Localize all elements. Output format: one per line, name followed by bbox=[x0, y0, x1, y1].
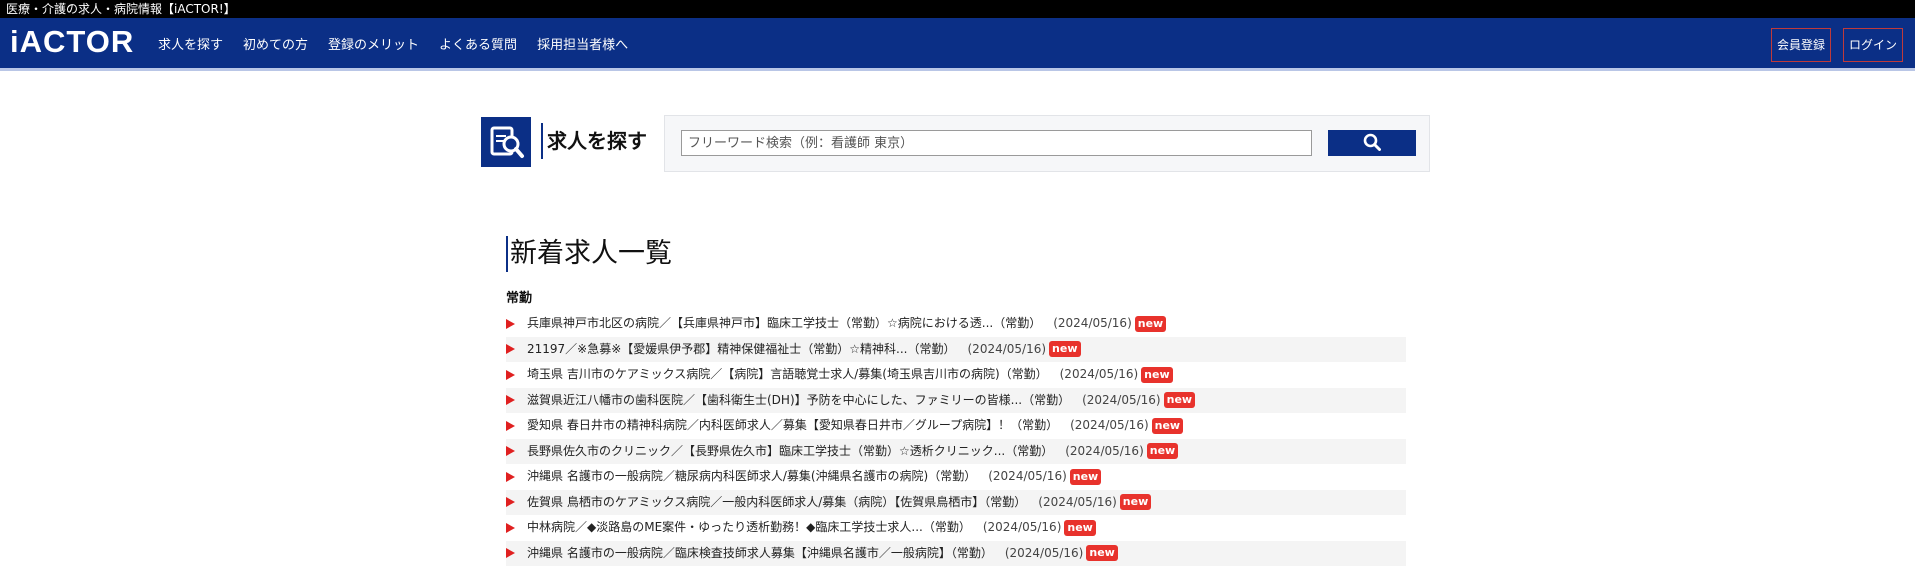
triangle-arrow-icon bbox=[506, 395, 515, 405]
search-button[interactable] bbox=[1328, 130, 1416, 156]
job-list-item[interactable]: 愛知県 春日井市の精神科病院／内科医師求人／募集【愛知県春日井市／グループ病院】… bbox=[506, 413, 1406, 439]
search-icon bbox=[1363, 133, 1381, 154]
job-search: 求人を探す bbox=[481, 115, 1431, 171]
search-panel bbox=[664, 115, 1430, 172]
job-list-item[interactable]: 中林病院／◆淡路島のME案件・ゆったり透析勤務！◆臨床工学技士求人...（常勤）… bbox=[506, 515, 1406, 541]
new-badge: new bbox=[1141, 367, 1172, 383]
search-heading: 求人を探す bbox=[541, 123, 647, 159]
job-link[interactable]: 佐賀県 鳥栖市のケアミックス病院／一般内科医師求人/募集（病院）【佐賀県鳥栖市】… bbox=[527, 490, 1026, 516]
job-date: (2024/05/16) bbox=[983, 515, 1062, 541]
triangle-arrow-icon bbox=[506, 548, 515, 558]
job-link[interactable]: 中林病院／◆淡路島のME案件・ゆったり透析勤務！◆臨床工学技士求人...（常勤） bbox=[527, 515, 971, 541]
triangle-arrow-icon bbox=[506, 370, 515, 380]
triangle-arrow-icon bbox=[506, 319, 515, 329]
job-date: (2024/05/16) bbox=[988, 464, 1067, 490]
nav-link-first-time[interactable]: 初めての方 bbox=[243, 34, 308, 53]
nav-link-recruiters[interactable]: 採用担当者様へ bbox=[537, 34, 628, 53]
nav-link-search-jobs[interactable]: 求人を探す bbox=[158, 34, 223, 53]
new-badge: new bbox=[1070, 469, 1101, 485]
job-date: (2024/05/16) bbox=[1038, 490, 1117, 516]
new-badge: new bbox=[1147, 443, 1178, 459]
triangle-arrow-icon bbox=[506, 523, 515, 533]
job-link[interactable]: 埼玉県 吉川市のケアミックス病院／【病院】言語聴覚士求人/募集(埼玉県吉川市の病… bbox=[527, 362, 1048, 388]
new-badge: new bbox=[1064, 520, 1095, 536]
triangle-arrow-icon bbox=[506, 446, 515, 456]
job-list-item[interactable]: 佐賀県 鳥栖市のケアミックス病院／一般内科医師求人/募集（病院）【佐賀県鳥栖市】… bbox=[506, 490, 1406, 516]
main-nav: 求人を探す 初めての方 登録のメリット よくある質問 採用担当者様へ bbox=[158, 18, 648, 68]
nav-link-faq[interactable]: よくある質問 bbox=[439, 34, 517, 53]
job-date: (2024/05/16) bbox=[1005, 541, 1084, 566]
job-date: (2024/05/16) bbox=[1065, 439, 1144, 465]
job-date: (2024/05/16) bbox=[968, 337, 1047, 363]
triangle-arrow-icon bbox=[506, 344, 515, 354]
new-jobs-title: 新着求人一覧 bbox=[506, 236, 1406, 272]
job-list-item[interactable]: 長野県佐久市のクリニック／【長野県佐久市】臨床工学技士（常勤）☆透析クリニック.… bbox=[506, 439, 1406, 465]
job-date: (2024/05/16) bbox=[1070, 413, 1149, 439]
new-badge: new bbox=[1049, 341, 1080, 357]
job-date: (2024/05/16) bbox=[1082, 388, 1161, 414]
triangle-arrow-icon bbox=[506, 421, 515, 431]
job-list-item[interactable]: 沖縄県 名護市の一般病院／糖尿病内科医師求人/募集(沖縄県名護市の病院)（常勤）… bbox=[506, 464, 1406, 490]
triangle-arrow-icon bbox=[506, 497, 515, 507]
job-link[interactable]: 沖縄県 名護市の一般病院／臨床検査技師求人募集【沖縄県名護市／一般病院】（常勤） bbox=[527, 541, 993, 566]
register-button[interactable]: 会員登録 bbox=[1771, 28, 1831, 62]
job-link[interactable]: 愛知県 春日井市の精神科病院／内科医師求人／募集【愛知県春日井市／グループ病院】… bbox=[527, 413, 1058, 439]
auth-buttons: 会員登録 ログイン bbox=[1771, 28, 1903, 62]
search-input[interactable] bbox=[681, 130, 1312, 156]
job-date: (2024/05/16) bbox=[1053, 311, 1132, 337]
new-badge: new bbox=[1152, 418, 1183, 434]
job-link[interactable]: 21197／※急募※【愛媛県伊予郡】精神保健福祉士（常勤）☆精神科...（常勤） bbox=[527, 337, 956, 363]
job-date: (2024/05/16) bbox=[1060, 362, 1139, 388]
new-badge: new bbox=[1135, 316, 1166, 332]
job-list-item[interactable]: 沖縄県 名護市の一般病院／臨床検査技師求人募集【沖縄県名護市／一般病院】（常勤）… bbox=[506, 541, 1406, 566]
job-list-item[interactable]: 兵庫県神戸市北区の病院／【兵庫県神戸市】臨床工学技士（常勤）☆病院における透..… bbox=[506, 311, 1406, 337]
job-link[interactable]: 沖縄県 名護市の一般病院／糖尿病内科医師求人/募集(沖縄県名護市の病院)（常勤） bbox=[527, 464, 976, 490]
login-button[interactable]: ログイン bbox=[1843, 28, 1903, 62]
window-title: 医療・介護の求人・病院情報【iACTOR!】 bbox=[0, 0, 1915, 18]
job-list-item[interactable]: 滋賀県近江八幡市の歯科医院／【歯科衛生士(DH)】予防を中心にした、ファミリーの… bbox=[506, 388, 1406, 414]
site-header: iACTOR 求人を探す 初めての方 登録のメリット よくある質問 採用担当者様… bbox=[0, 18, 1915, 71]
job-list-item[interactable]: 21197／※急募※【愛媛県伊予郡】精神保健福祉士（常勤）☆精神科...（常勤）… bbox=[506, 337, 1406, 363]
new-jobs-section: 新着求人一覧 常勤 兵庫県神戸市北区の病院／【兵庫県神戸市】臨床工学技士（常勤）… bbox=[506, 236, 1406, 566]
job-link[interactable]: 滋賀県近江八幡市の歯科医院／【歯科衛生士(DH)】予防を中心にした、ファミリーの… bbox=[527, 388, 1070, 414]
new-badge: new bbox=[1120, 494, 1151, 510]
job-list: 兵庫県神戸市北区の病院／【兵庫県神戸市】臨床工学技士（常勤）☆病院における透..… bbox=[506, 311, 1406, 566]
nav-link-merits[interactable]: 登録のメリット bbox=[328, 34, 419, 53]
job-list-item[interactable]: 埼玉県 吉川市のケアミックス病院／【病院】言語聴覚士求人/募集(埼玉県吉川市の病… bbox=[506, 362, 1406, 388]
job-category-heading: 常勤 bbox=[506, 290, 1406, 308]
job-link[interactable]: 長野県佐久市のクリニック／【長野県佐久市】臨床工学技士（常勤）☆透析クリニック.… bbox=[527, 439, 1053, 465]
site-logo[interactable]: iACTOR bbox=[10, 23, 134, 61]
search-document-icon bbox=[481, 117, 531, 167]
job-link[interactable]: 兵庫県神戸市北区の病院／【兵庫県神戸市】臨床工学技士（常勤）☆病院における透..… bbox=[527, 311, 1041, 337]
new-badge: new bbox=[1164, 392, 1195, 408]
triangle-arrow-icon bbox=[506, 472, 515, 482]
